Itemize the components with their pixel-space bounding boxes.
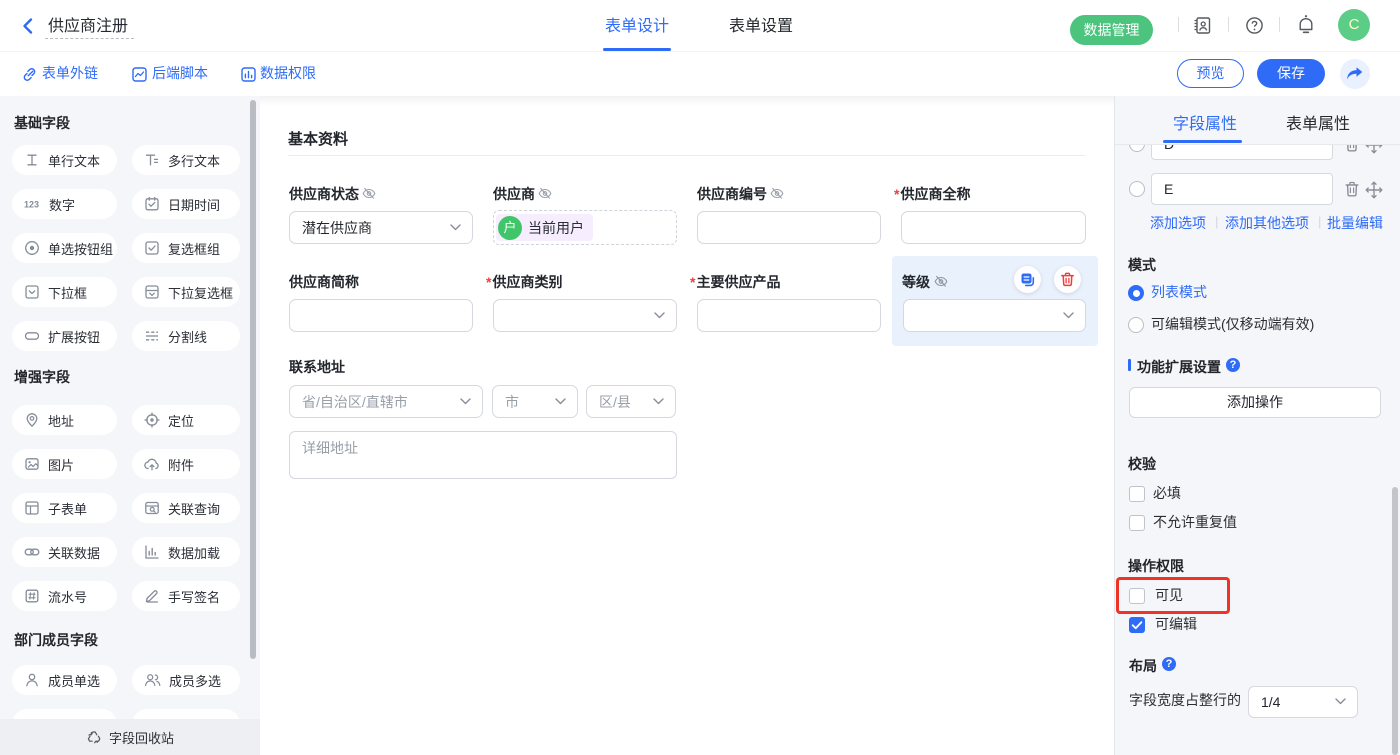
svg-text:123: 123 [24, 200, 39, 210]
